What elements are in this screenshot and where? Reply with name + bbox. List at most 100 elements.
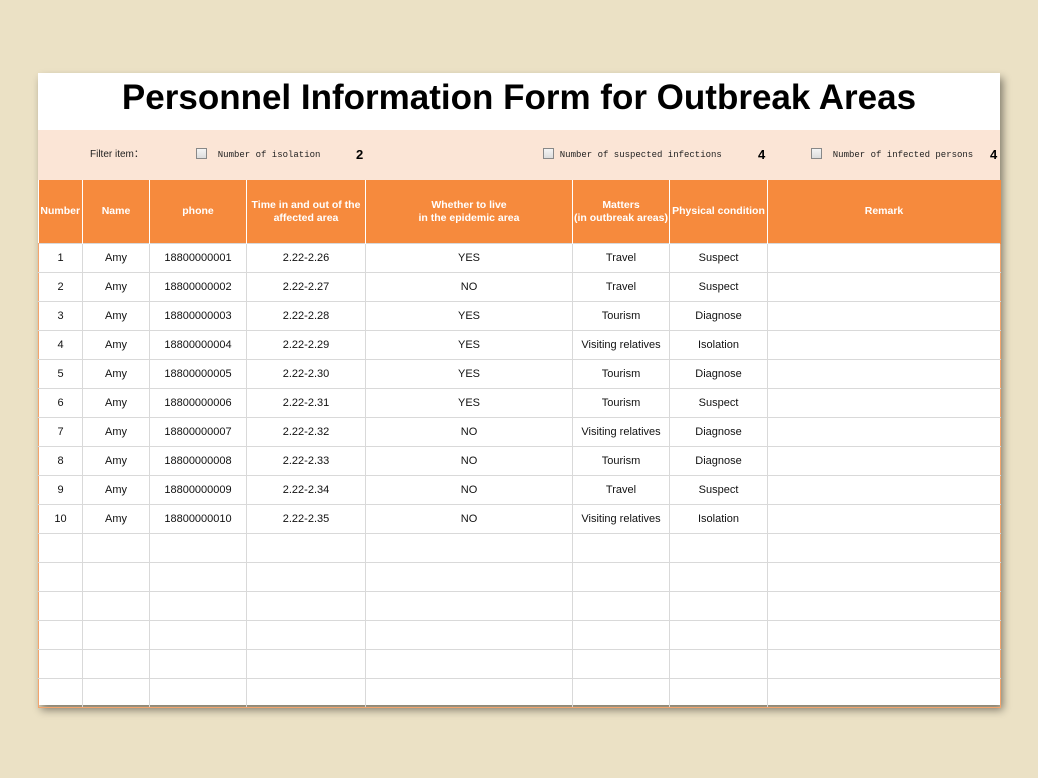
cell-name[interactable]: Amy bbox=[82, 417, 150, 447]
cell-remark[interactable] bbox=[767, 417, 1001, 447]
cell-live-in-area[interactable]: NO bbox=[365, 446, 573, 476]
cell-time[interactable] bbox=[246, 533, 366, 563]
cell-remark[interactable] bbox=[767, 388, 1001, 418]
cell-number[interactable] bbox=[38, 678, 83, 708]
cell-condition[interactable]: Suspect bbox=[669, 272, 768, 302]
cell-phone[interactable]: 18800000002 bbox=[149, 272, 247, 302]
cell-live-in-area[interactable] bbox=[365, 591, 573, 621]
cell-time[interactable]: 2.22-2.35 bbox=[246, 504, 366, 534]
cell-time[interactable]: 2.22-2.27 bbox=[246, 272, 366, 302]
cell-live-in-area[interactable]: YES bbox=[365, 301, 573, 331]
cell-name[interactable]: Amy bbox=[82, 272, 150, 302]
cell-time[interactable]: 2.22-2.28 bbox=[246, 301, 366, 331]
cell-phone[interactable]: 18800000004 bbox=[149, 330, 247, 360]
cell-phone[interactable] bbox=[149, 620, 247, 650]
cell-number[interactable]: 9 bbox=[38, 475, 83, 505]
cell-name[interactable]: Amy bbox=[82, 475, 150, 505]
cell-condition[interactable]: Isolation bbox=[669, 504, 768, 534]
cell-phone[interactable]: 18800000006 bbox=[149, 388, 247, 418]
cell-matters[interactable]: Tourism bbox=[572, 359, 670, 389]
cell-matters[interactable]: Visiting relatives bbox=[572, 417, 670, 447]
cell-condition[interactable]: Diagnose bbox=[669, 417, 768, 447]
cell-phone[interactable]: 18800000005 bbox=[149, 359, 247, 389]
cell-time[interactable] bbox=[246, 649, 366, 679]
cell-condition[interactable] bbox=[669, 591, 768, 621]
cell-phone[interactable] bbox=[149, 591, 247, 621]
suspected-checkbox[interactable] bbox=[543, 147, 554, 159]
cell-matters[interactable] bbox=[572, 533, 670, 563]
cell-phone[interactable]: 18800000007 bbox=[149, 417, 247, 447]
cell-matters[interactable]: Tourism bbox=[572, 388, 670, 418]
cell-live-in-area[interactable] bbox=[365, 562, 573, 592]
cell-name[interactable] bbox=[82, 591, 150, 621]
cell-name[interactable]: Amy bbox=[82, 388, 150, 418]
cell-phone[interactable] bbox=[149, 678, 247, 708]
cell-condition[interactable]: Suspect bbox=[669, 243, 768, 273]
cell-remark[interactable] bbox=[767, 678, 1001, 708]
cell-condition[interactable]: Diagnose bbox=[669, 301, 768, 331]
cell-number[interactable] bbox=[38, 649, 83, 679]
cell-time[interactable] bbox=[246, 620, 366, 650]
cell-remark[interactable] bbox=[767, 446, 1001, 476]
cell-live-in-area[interactable]: NO bbox=[365, 272, 573, 302]
cell-matters[interactable] bbox=[572, 591, 670, 621]
cell-live-in-area[interactable]: NO bbox=[365, 504, 573, 534]
cell-live-in-area[interactable]: YES bbox=[365, 330, 573, 360]
cell-number[interactable]: 8 bbox=[38, 446, 83, 476]
cell-number[interactable] bbox=[38, 591, 83, 621]
cell-condition[interactable] bbox=[669, 649, 768, 679]
cell-condition[interactable]: Suspect bbox=[669, 475, 768, 505]
cell-time[interactable] bbox=[246, 562, 366, 592]
cell-number[interactable]: 1 bbox=[38, 243, 83, 273]
cell-condition[interactable]: Isolation bbox=[669, 330, 768, 360]
cell-name[interactable]: Amy bbox=[82, 301, 150, 331]
cell-number[interactable] bbox=[38, 562, 83, 592]
cell-name[interactable] bbox=[82, 649, 150, 679]
cell-remark[interactable] bbox=[767, 272, 1001, 302]
cell-name[interactable]: Amy bbox=[82, 330, 150, 360]
cell-phone[interactable]: 18800000010 bbox=[149, 504, 247, 534]
cell-name[interactable]: Amy bbox=[82, 243, 150, 273]
cell-number[interactable]: 4 bbox=[38, 330, 83, 360]
cell-remark[interactable] bbox=[767, 330, 1001, 360]
cell-condition[interactable] bbox=[669, 620, 768, 650]
cell-phone[interactable] bbox=[149, 562, 247, 592]
cell-phone[interactable] bbox=[149, 533, 247, 563]
cell-number[interactable]: 2 bbox=[38, 272, 83, 302]
cell-number[interactable]: 6 bbox=[38, 388, 83, 418]
cell-condition[interactable] bbox=[669, 678, 768, 708]
cell-remark[interactable] bbox=[767, 591, 1001, 621]
cell-phone[interactable] bbox=[149, 649, 247, 679]
cell-live-in-area[interactable]: YES bbox=[365, 359, 573, 389]
cell-condition[interactable] bbox=[669, 562, 768, 592]
cell-remark[interactable] bbox=[767, 620, 1001, 650]
cell-live-in-area[interactable] bbox=[365, 533, 573, 563]
cell-matters[interactable]: Tourism bbox=[572, 446, 670, 476]
cell-phone[interactable]: 18800000001 bbox=[149, 243, 247, 273]
cell-number[interactable] bbox=[38, 533, 83, 563]
cell-matters[interactable] bbox=[572, 620, 670, 650]
cell-matters[interactable]: Travel bbox=[572, 243, 670, 273]
cell-time[interactable]: 2.22-2.29 bbox=[246, 330, 366, 360]
cell-live-in-area[interactable] bbox=[365, 678, 573, 708]
cell-phone[interactable]: 18800000009 bbox=[149, 475, 247, 505]
cell-live-in-area[interactable] bbox=[365, 649, 573, 679]
cell-time[interactable]: 2.22-2.33 bbox=[246, 446, 366, 476]
cell-number[interactable] bbox=[38, 620, 83, 650]
cell-time[interactable] bbox=[246, 678, 366, 708]
cell-name[interactable] bbox=[82, 678, 150, 708]
cell-number[interactable]: 10 bbox=[38, 504, 83, 534]
cell-matters[interactable] bbox=[572, 649, 670, 679]
cell-name[interactable] bbox=[82, 533, 150, 563]
cell-matters[interactable]: Visiting relatives bbox=[572, 504, 670, 534]
cell-matters[interactable] bbox=[572, 678, 670, 708]
cell-remark[interactable] bbox=[767, 504, 1001, 534]
cell-live-in-area[interactable]: YES bbox=[365, 388, 573, 418]
filter-isolation-option[interactable]: Number of isolation bbox=[196, 130, 320, 180]
cell-time[interactable]: 2.22-2.32 bbox=[246, 417, 366, 447]
cell-matters[interactable]: Visiting relatives bbox=[572, 330, 670, 360]
cell-time[interactable]: 2.22-2.30 bbox=[246, 359, 366, 389]
cell-remark[interactable] bbox=[767, 301, 1001, 331]
cell-time[interactable] bbox=[246, 591, 366, 621]
cell-live-in-area[interactable]: NO bbox=[365, 417, 573, 447]
